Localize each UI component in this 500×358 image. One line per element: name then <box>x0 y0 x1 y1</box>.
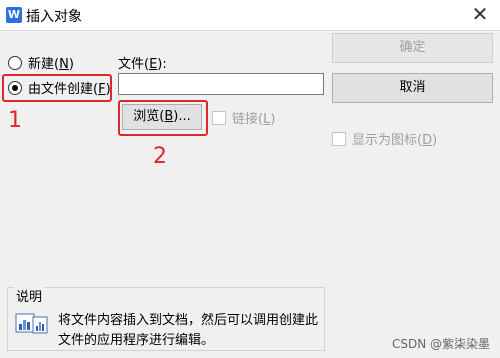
close-icon[interactable]: ✕ <box>468 1 492 27</box>
description-text: 将文件内容插入到文档，然后可以调用创建此文件的应用程序进行编辑。 <box>58 313 319 348</box>
annotation-box-1 <box>2 74 112 102</box>
annotation-number-1: 1 <box>8 108 22 133</box>
ok-button[interactable]: 确定 <box>332 33 493 63</box>
wps-app-icon: W <box>6 7 22 23</box>
watermark: CSDN @紫柒染墨 <box>391 337 490 351</box>
file-label: 文件(E): <box>118 57 167 72</box>
annotation-number-2: 2 <box>153 144 167 169</box>
radio-new-label[interactable]: 新建(N) <box>28 53 74 72</box>
dialog-title: 插入对象 <box>26 9 82 25</box>
file-path-input[interactable] <box>118 73 324 95</box>
link-checkbox[interactable] <box>212 111 226 125</box>
annotation-box-2 <box>118 100 208 136</box>
object-file-icon <box>15 313 48 334</box>
display-as-icon-checkbox[interactable] <box>332 132 346 146</box>
cancel-button[interactable]: 取消 <box>332 73 493 103</box>
link-label: 链接(L) <box>232 112 276 127</box>
display-as-icon-label: 显示为图标(D) <box>352 133 438 148</box>
description-title: 说明 <box>14 286 45 305</box>
radio-new[interactable] <box>8 56 22 70</box>
